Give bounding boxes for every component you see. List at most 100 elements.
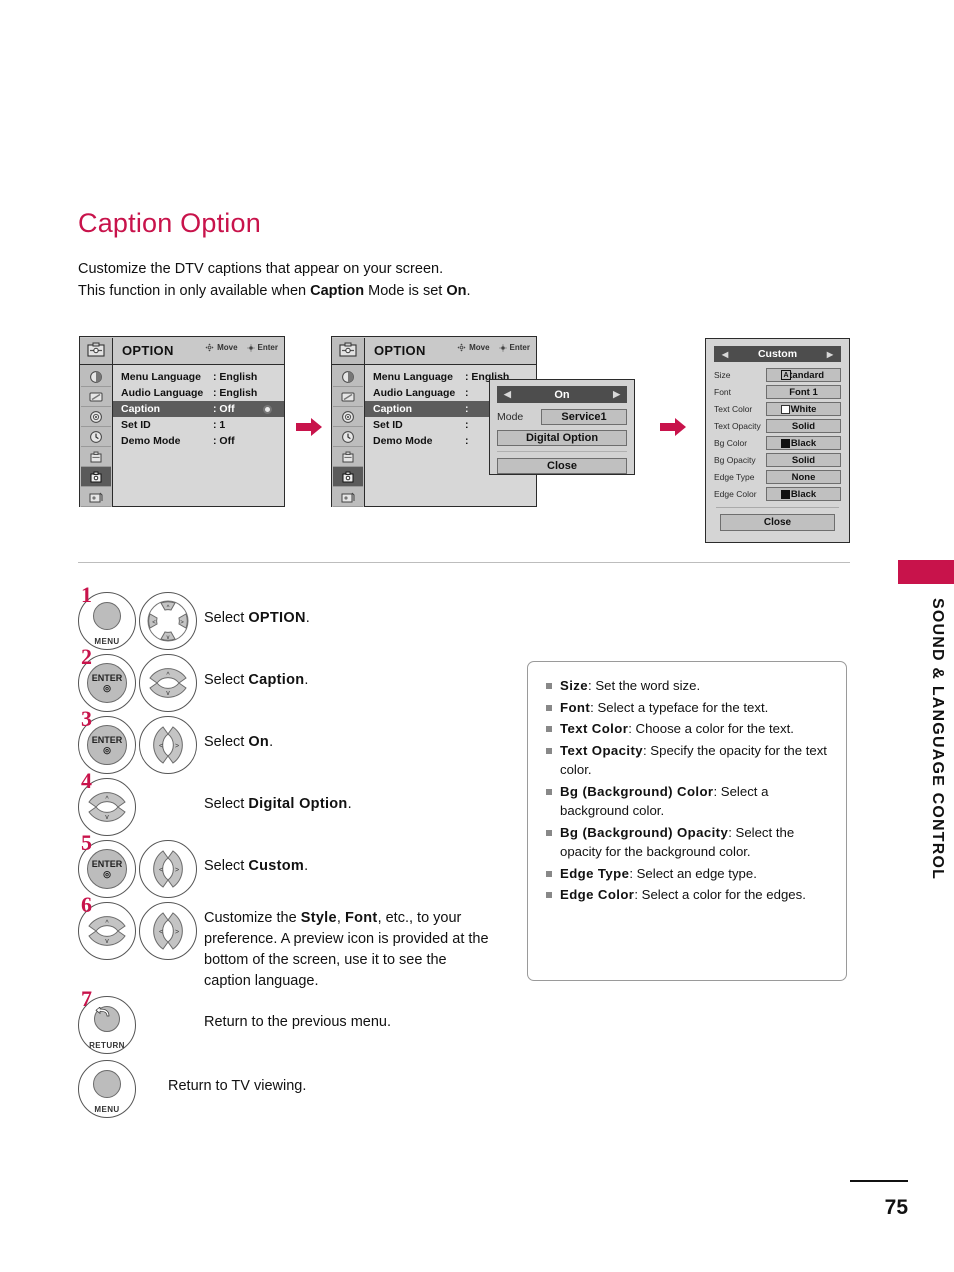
note-desc-font: : Select a typeface for the text. xyxy=(590,699,769,715)
arrow-left-icon[interactable]: ◀ xyxy=(504,389,511,400)
note-item-size: Size: Set the word size. xyxy=(544,676,830,696)
menu-button-label: MENU xyxy=(94,1105,120,1114)
row-value: : Off xyxy=(213,435,235,447)
left-right-button[interactable]: < > xyxy=(139,716,197,774)
arrow-left-icon[interactable]: ◀ xyxy=(722,350,728,359)
popup-title-bar[interactable]: ◀ On ▶ xyxy=(497,386,627,403)
step-1-keys: MENU ^ v < > xyxy=(78,592,204,650)
custom-value-bg-opacity[interactable]: Solid xyxy=(766,453,841,467)
rail-item-time[interactable] xyxy=(81,427,111,447)
step-4-text-bold: Digital Option xyxy=(248,796,348,812)
row-value: : Off xyxy=(213,403,235,415)
step-6-text-pre: Customize the xyxy=(204,910,301,926)
rail-item-picture[interactable] xyxy=(333,367,363,387)
left-right-button[interactable]: < > xyxy=(139,902,197,960)
osd-row-caption[interactable]: Caption : Off xyxy=(113,401,284,417)
step-7: 7 RETURN Return to the previous menu. xyxy=(78,988,508,1054)
rail-item-audio[interactable] xyxy=(81,407,111,427)
enter-dot-icon xyxy=(499,343,507,352)
osd-row-set-id[interactable]: Set ID : 1 xyxy=(113,417,284,433)
popup-close-button[interactable]: Close xyxy=(497,458,627,474)
rail-item-screen[interactable] xyxy=(333,387,363,407)
rail-item-option[interactable] xyxy=(333,467,363,487)
custom-label-bg-opacity: Bg Opacity xyxy=(714,455,756,465)
custom-label-text-color: Text Color xyxy=(714,404,753,414)
custom-row-bg-color: Bg Color Black xyxy=(714,436,841,450)
step-menu-return: MENU Return to TV viewing. xyxy=(78,1060,508,1118)
svg-text:v: v xyxy=(166,690,170,697)
row-label: Audio Language xyxy=(121,387,204,399)
row-label: Menu Language xyxy=(373,371,453,383)
usb-icon xyxy=(341,492,355,502)
osd-row-audio-language[interactable]: Audio Language : English xyxy=(113,385,284,401)
step-1-text-pre: Select xyxy=(204,610,249,626)
custom-value-edge-type[interactable]: None xyxy=(766,470,841,484)
custom-value-edge-color[interactable]: Black xyxy=(766,487,841,501)
rail-item-option[interactable] xyxy=(81,467,111,487)
intro-on-bold: On xyxy=(446,283,467,299)
svg-text:<: < xyxy=(159,929,163,936)
step-4-text-pre: Select xyxy=(204,796,249,812)
note-term-bg-opacity: Bg (Background) Opacity xyxy=(560,824,729,840)
custom-value-bg-color[interactable]: Black xyxy=(766,436,841,450)
row-value: : 1 xyxy=(213,419,226,431)
custom-row-font: Font Font 1 xyxy=(714,385,841,399)
custom-value-edge-color-label: Black xyxy=(790,488,817,500)
hint-enter-label-2: Enter xyxy=(509,343,530,352)
note-term-edge-type: Edge Type xyxy=(560,865,630,881)
custom-value-size[interactable]: A Standard xyxy=(766,368,841,382)
custom-value-font[interactable]: Font 1 xyxy=(766,385,841,399)
rail-item-time[interactable] xyxy=(333,427,363,447)
note-term-size: Size xyxy=(560,678,588,693)
hint-enter-2: Enter xyxy=(499,343,530,352)
note-item-edge-type: Edge Type: Select an edge type. xyxy=(544,864,830,884)
option-icon xyxy=(90,471,102,482)
step-7-number: 7 xyxy=(81,986,92,1011)
osd-row-demo-mode[interactable]: Demo Mode : Off xyxy=(113,433,284,449)
navigation-wheel[interactable]: ^ v < > xyxy=(139,592,197,650)
custom-close-button[interactable]: Close xyxy=(720,514,835,531)
left-right-arrows-icon: < > xyxy=(153,912,183,950)
rail-item-picture[interactable] xyxy=(81,367,111,387)
step-3-text-pre: Select xyxy=(204,734,249,750)
lock-icon xyxy=(342,451,354,462)
row-label: Set ID xyxy=(121,419,151,431)
rail-item-audio[interactable] xyxy=(333,407,363,427)
osd-title-1: OPTION xyxy=(122,343,174,358)
svg-text:<: < xyxy=(159,743,163,750)
arrow-right-icon[interactable]: ▶ xyxy=(613,389,620,400)
enter-dot-icon xyxy=(247,343,255,352)
up-down-button[interactable]: ^ v xyxy=(139,654,197,712)
popup-mode-value-button[interactable]: Service1 xyxy=(541,409,627,425)
step-3-text: Select On. xyxy=(204,716,273,753)
arrow-right-icon xyxy=(296,418,322,436)
audio-icon xyxy=(90,410,102,423)
rail-item-lock[interactable] xyxy=(81,447,111,467)
rail-item-usb[interactable] xyxy=(333,487,363,507)
rail-item-usb[interactable] xyxy=(81,487,111,507)
menu-button[interactable]: MENU xyxy=(78,1060,136,1118)
osd-row-menu-language[interactable]: Menu Language : English xyxy=(113,369,284,385)
section-side-label: SOUND & LANGUAGE CONTROL xyxy=(929,598,946,881)
digital-option-button[interactable]: Digital Option xyxy=(497,430,627,446)
rail-item-screen[interactable] xyxy=(81,387,111,407)
osd-icon-rail-1[interactable] xyxy=(80,365,113,507)
custom-value-text-opacity[interactable]: Solid xyxy=(766,419,841,433)
option-icon-glyph xyxy=(87,342,105,357)
osd-icon-rail-2[interactable] xyxy=(332,365,365,507)
rail-item-lock[interactable] xyxy=(333,447,363,467)
svg-text:^: ^ xyxy=(167,605,170,611)
page-number: 75 xyxy=(884,1196,908,1219)
custom-value-text-opacity-label: Solid xyxy=(791,420,816,432)
intro-line-2-mid: Mode is set xyxy=(364,283,447,299)
arrow-right-icon[interactable]: ▶ xyxy=(827,350,833,359)
return-arrow-icon xyxy=(95,1007,110,1017)
osd-rows-1: Menu Language : English Audio Language :… xyxy=(113,365,284,507)
step-2-text-pre: Select xyxy=(204,672,249,688)
return-button-label: RETURN xyxy=(89,1041,125,1050)
left-right-button[interactable]: < > xyxy=(139,840,197,898)
svg-text:v: v xyxy=(105,814,109,821)
custom-title-bar[interactable]: ◀ Custom ▶ xyxy=(714,346,841,362)
move-dpad-icon xyxy=(205,343,214,352)
custom-value-text-color[interactable]: White xyxy=(766,402,841,416)
